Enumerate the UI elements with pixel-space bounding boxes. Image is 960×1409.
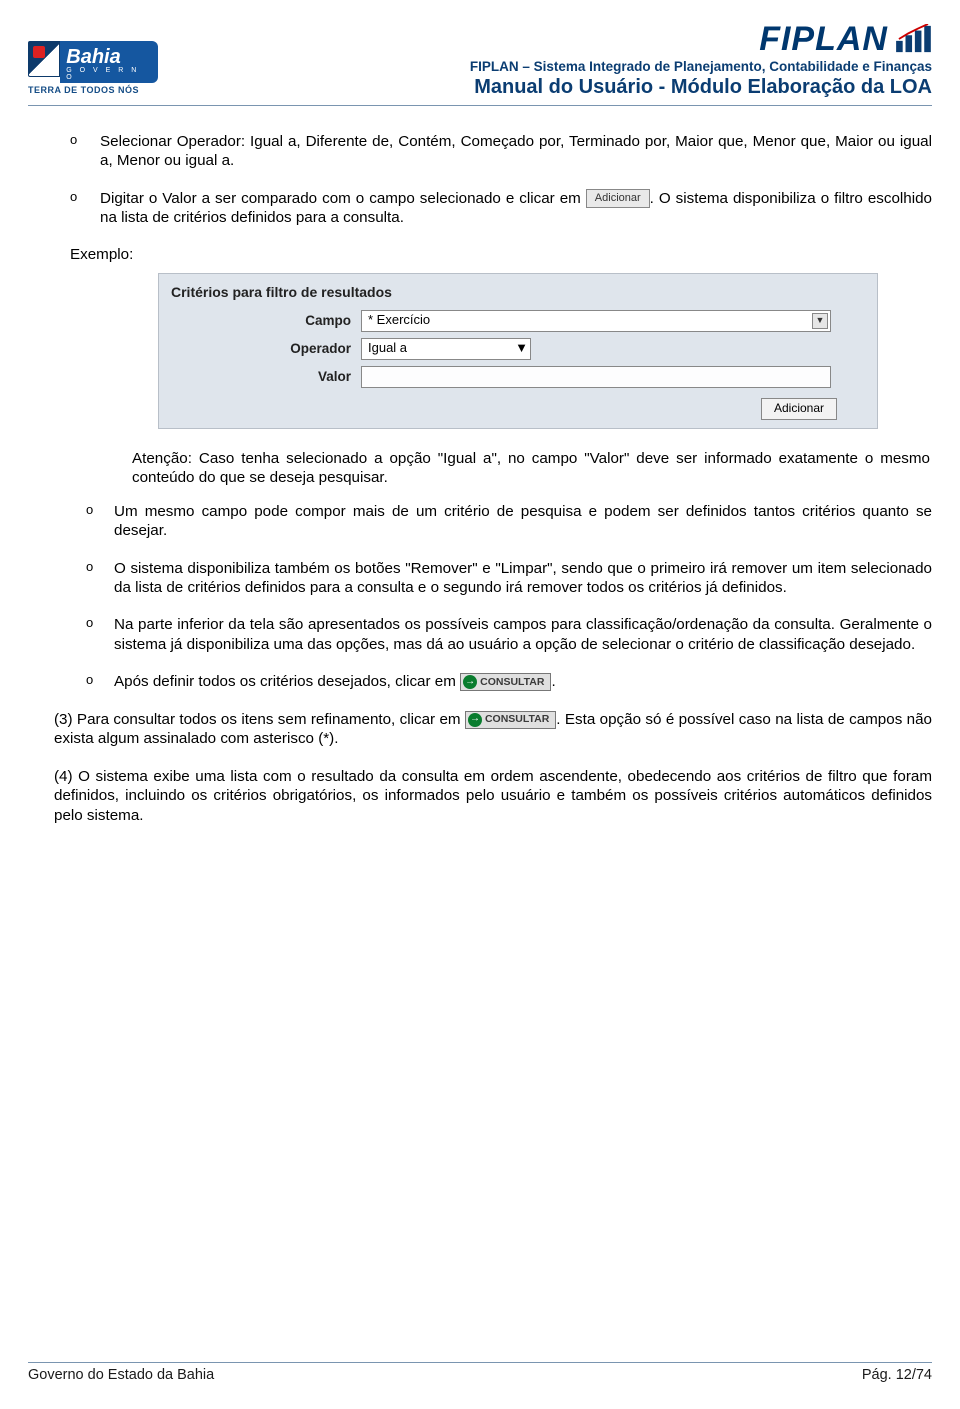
header-title: Manual do Usuário - Módulo Elaboração da…	[470, 76, 932, 99]
bullet-marker: o	[70, 132, 84, 171]
valor-input[interactable]	[361, 366, 831, 388]
list-item: o Após definir todos os critérios deseja…	[86, 672, 932, 691]
list-text: O sistema disponibiliza também os botões…	[114, 559, 932, 598]
valor-label: Valor	[171, 368, 361, 385]
bahia-main-text: Bahia	[66, 46, 120, 68]
list-item: o Digitar o Valor a ser comparado com o …	[70, 189, 932, 228]
arrow-right-icon: →	[463, 675, 477, 689]
bullet-marker: o	[70, 189, 84, 228]
chevron-down-icon: ▼	[812, 313, 828, 329]
bahia-logo: Bahia G O V E R N O TERRA DE TODOS NÓS	[28, 41, 158, 99]
bullet-marker: o	[86, 615, 100, 654]
arrow-right-icon: →	[468, 713, 482, 727]
footer-divider	[28, 1362, 932, 1363]
campo-label: Campo	[171, 312, 361, 329]
adicionar-button[interactable]: Adicionar	[761, 398, 837, 419]
bahia-tagline: TERRA DE TODOS NÓS	[28, 85, 158, 95]
consultar-button[interactable]: →CONSULTAR	[460, 673, 551, 691]
operador-selected-value: Igual a	[368, 340, 407, 357]
header-subtitle: FIPLAN – Sistema Integrado de Planejamen…	[470, 59, 932, 74]
campo-select[interactable]: * Exercício ▼	[361, 310, 831, 332]
list-text: Na parte inferior da tela são apresentad…	[114, 615, 932, 654]
bullet-marker: o	[86, 502, 100, 541]
list-item: o Na parte inferior da tela são apresent…	[86, 615, 932, 654]
header-divider	[28, 105, 932, 106]
filter-panel: Critérios para filtro de resultados Camp…	[158, 273, 878, 429]
footer-page: Pág. 12/74	[862, 1367, 932, 1383]
page-header: Bahia G O V E R N O TERRA DE TODOS NÓS F…	[28, 24, 932, 99]
list-text: Um mesmo campo pode compor mais de um cr…	[114, 502, 932, 541]
consultar-button[interactable]: →CONSULTAR	[465, 711, 556, 729]
bullet-marker: o	[86, 672, 100, 691]
adicionar-button-inline[interactable]: Adicionar	[586, 189, 650, 207]
atencao-note: Atenção: Caso tenha selecionado a opção …	[132, 449, 932, 488]
bahia-sub-text: G O V E R N O	[66, 67, 148, 81]
fiplan-logo: FIPLAN	[470, 24, 932, 55]
paragraph: (4) O sistema exibe uma lista com o resu…	[54, 767, 932, 825]
paragraph: (3) Para consultar todos os itens sem re…	[54, 710, 932, 749]
list-text: Digitar o Valor a ser comparado com o ca…	[100, 189, 932, 228]
bullet-marker: o	[86, 559, 100, 598]
chevron-down-icon: ▼	[515, 340, 528, 357]
list-item: o Selecionar Operador: Igual a, Diferent…	[70, 132, 932, 171]
list-item: o Um mesmo campo pode compor mais de um …	[86, 502, 932, 541]
filter-title: Critérios para filtro de resultados	[171, 284, 865, 302]
bahia-wordmark: Bahia G O V E R N O	[60, 41, 158, 83]
list-text: Selecionar Operador: Igual a, Diferente …	[100, 132, 932, 171]
list-item: o O sistema disponibiliza também os botõ…	[86, 559, 932, 598]
operador-select[interactable]: Igual a ▼	[361, 338, 531, 360]
fiplan-chart-icon	[894, 24, 932, 54]
fiplan-brand-text: FIPLAN	[759, 24, 888, 55]
exemplo-label: Exemplo:	[70, 245, 932, 264]
operador-label: Operador	[171, 340, 361, 357]
bahia-flag-icon	[28, 41, 60, 77]
list-text: Após definir todos os critérios desejado…	[114, 672, 932, 691]
footer-left: Governo do Estado da Bahia	[28, 1367, 214, 1383]
campo-selected-value: * Exercício	[368, 312, 430, 329]
page-footer: Governo do Estado da Bahia Pág. 12/74	[28, 1362, 932, 1383]
